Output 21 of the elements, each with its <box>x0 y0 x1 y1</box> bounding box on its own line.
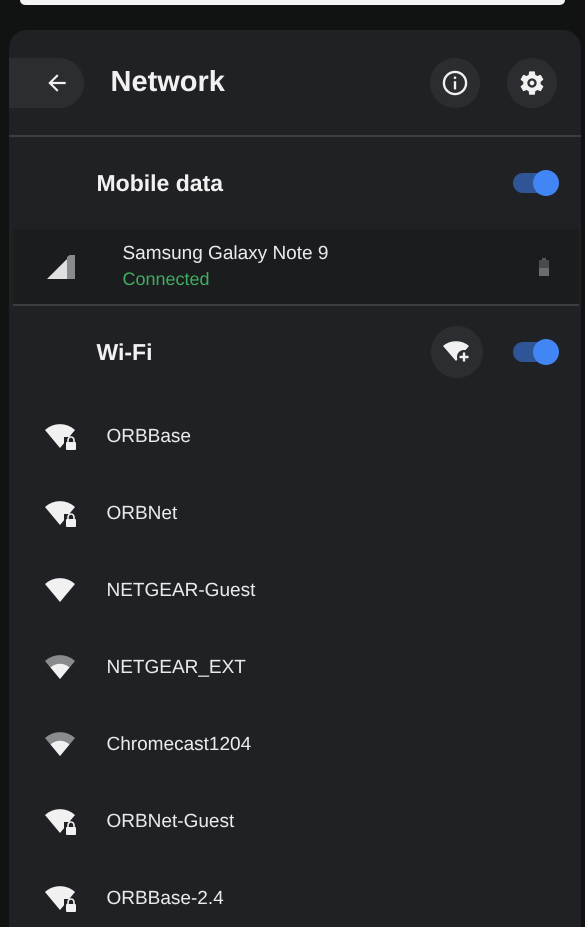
settings-icon <box>518 68 546 96</box>
connection-status: Connected <box>122 269 211 290</box>
network-name[interactable]: ORBBase-2.4 <box>106 888 224 910</box>
wifi-toggle[interactable] <box>512 342 556 362</box>
back-button[interactable] <box>8 58 84 108</box>
section-label: Mobile data <box>96 170 224 196</box>
network-name[interactable]: NETGEAR-Guest <box>106 580 256 602</box>
network-name[interactable]: ORBNet <box>106 502 178 524</box>
network-name[interactable]: ORBBase <box>106 426 191 448</box>
network-name[interactable]: NETGEAR_EXT <box>106 656 246 678</box>
page-title: Network <box>110 66 226 99</box>
device-name: Samsung Galaxy Note 9 <box>122 243 330 265</box>
cell-signal-icon <box>46 254 74 278</box>
info-icon <box>440 68 468 96</box>
battery-icon <box>538 258 548 276</box>
network-name[interactable]: Chromecast1204 <box>106 734 252 756</box>
section-label: Wi-Fi <box>96 338 154 366</box>
device-row[interactable]: Samsung Galaxy Note 9 Connected <box>12 229 578 306</box>
wifi-add-icon <box>442 340 472 364</box>
network-name[interactable]: ORBNet-Guest <box>106 810 234 832</box>
mobile-data-toggle[interactable] <box>512 173 556 193</box>
